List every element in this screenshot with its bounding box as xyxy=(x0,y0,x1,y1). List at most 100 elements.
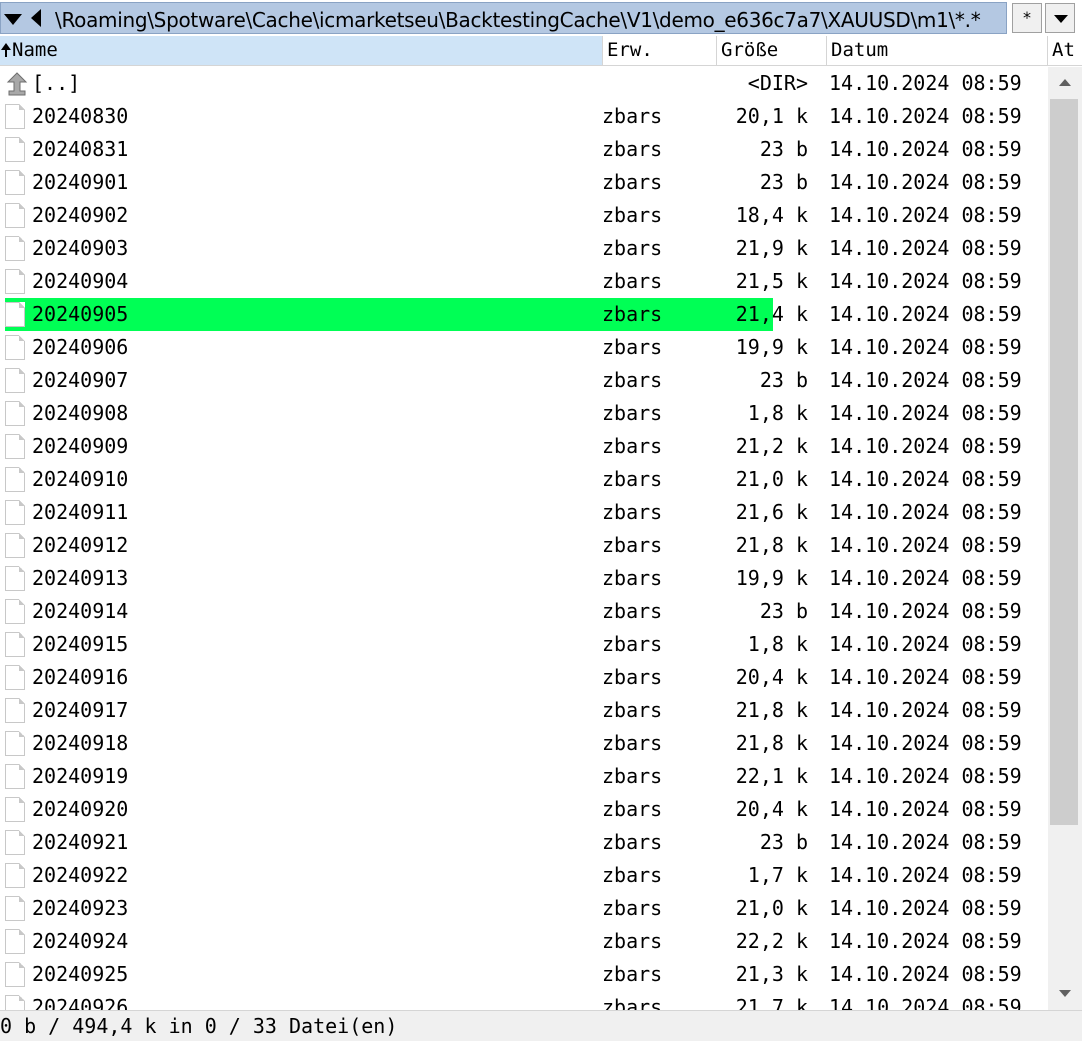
file-size: 1,7 k xyxy=(747,863,808,887)
file-ext: zbars xyxy=(602,500,663,524)
file-row[interactable]: 20240904 zbars 21,5 k 14.10.2024 08:59 xyxy=(0,265,1048,298)
file-icon xyxy=(5,599,25,624)
favorites-button[interactable]: * xyxy=(1012,3,1042,33)
file-icon xyxy=(5,236,25,261)
file-icon xyxy=(5,335,25,360)
file-row[interactable]: 20240903 zbars 21,9 k 14.10.2024 08:59 xyxy=(0,232,1048,265)
file-row[interactable]: 20240902 zbars 18,4 k 14.10.2024 08:59 xyxy=(0,199,1048,232)
file-row[interactable]: 20240831 zbars 23 b 14.10.2024 08:59 xyxy=(0,133,1048,166)
file-row[interactable]: 20240915 zbars 1,8 k 14.10.2024 08:59 xyxy=(0,628,1048,661)
file-size: 21,2 k xyxy=(735,434,808,458)
file-ext: zbars xyxy=(602,995,663,1010)
file-icon xyxy=(5,500,25,525)
column-ext[interactable]: Erw. xyxy=(603,36,717,65)
file-icon xyxy=(5,863,25,888)
file-row[interactable]: 20240908 zbars 1,8 k 14.10.2024 08:59 xyxy=(0,397,1048,430)
file-icon xyxy=(5,632,25,657)
file-date: 14.10.2024 08:59 xyxy=(829,698,1022,722)
file-date: 14.10.2024 08:59 xyxy=(829,500,1022,524)
file-name: 20240906 xyxy=(32,335,129,359)
parent-dir-row[interactable]: [..] <DIR> 14.10.2024 08:59 xyxy=(0,67,1048,100)
file-ext: zbars xyxy=(602,797,663,821)
file-ext: zbars xyxy=(602,896,663,920)
scroll-down-arrow-icon[interactable] xyxy=(1048,978,1082,1010)
file-size: 23 b xyxy=(759,830,808,854)
file-size: 23 b xyxy=(759,137,808,161)
file-row[interactable]: 20240914 zbars 23 b 14.10.2024 08:59 xyxy=(0,595,1048,628)
file-name: 20240922 xyxy=(32,863,129,887)
path-field[interactable]: \Roaming\Spotware\Cache\icmarketseu\Back… xyxy=(0,2,1007,34)
file-ext: zbars xyxy=(602,170,663,194)
file-ext: zbars xyxy=(602,863,663,887)
file-row[interactable]: 20240921 zbars 23 b 14.10.2024 08:59 xyxy=(0,826,1048,859)
file-size: 21,3 k xyxy=(735,962,808,986)
file-name: 20240907 xyxy=(32,368,129,392)
file-icon xyxy=(5,962,25,987)
file-row[interactable]: 20240912 zbars 21,8 k 14.10.2024 08:59 xyxy=(0,529,1048,562)
file-name: 20240919 xyxy=(32,764,129,788)
file-row[interactable]: 20240905 zbars 21,4 k 14.10.2024 08:59 xyxy=(0,298,1048,331)
scrollbar-thumb[interactable] xyxy=(1050,99,1078,825)
file-date: 14.10.2024 08:59 xyxy=(829,269,1022,293)
path-text[interactable]: \Roaming\Spotware\Cache\icmarketseu\Back… xyxy=(55,7,981,33)
file-row[interactable]: 20240919 zbars 22,1 k 14.10.2024 08:59 xyxy=(0,760,1048,793)
file-row[interactable]: 20240925 zbars 21,3 k 14.10.2024 08:59 xyxy=(0,958,1048,991)
file-row[interactable]: 20240906 zbars 19,9 k 14.10.2024 08:59 xyxy=(0,331,1048,364)
vertical-scrollbar[interactable] xyxy=(1048,67,1082,1010)
file-row[interactable]: 20240923 zbars 21,0 k 14.10.2024 08:59 xyxy=(0,892,1048,925)
file-row[interactable]: 20240907 zbars 23 b 14.10.2024 08:59 xyxy=(0,364,1048,397)
file-row[interactable]: 20240911 zbars 21,6 k 14.10.2024 08:59 xyxy=(0,496,1048,529)
file-ext: zbars xyxy=(602,203,663,227)
column-size[interactable]: Größe xyxy=(717,36,827,65)
file-date: 14.10.2024 08:59 xyxy=(829,830,1022,854)
file-date: 14.10.2024 08:59 xyxy=(829,401,1022,425)
file-size: 20,1 k xyxy=(735,104,808,128)
back-arrow-icon[interactable] xyxy=(31,9,41,27)
file-row[interactable]: 20240924 zbars 22,2 k 14.10.2024 08:59 xyxy=(0,925,1048,958)
history-dropdown-button[interactable] xyxy=(1045,3,1075,33)
file-ext: zbars xyxy=(602,698,663,722)
file-ext: zbars xyxy=(602,302,663,326)
file-row[interactable]: 20240920 zbars 20,4 k 14.10.2024 08:59 xyxy=(0,793,1048,826)
file-row[interactable]: 20240918 zbars 21,8 k 14.10.2024 08:59 xyxy=(0,727,1048,760)
column-attr[interactable]: At xyxy=(1048,36,1082,65)
column-name[interactable]: Name xyxy=(0,36,603,65)
file-row[interactable]: 20240916 zbars 20,4 k 14.10.2024 08:59 xyxy=(0,661,1048,694)
file-date: 14.10.2024 08:59 xyxy=(829,203,1022,227)
column-date[interactable]: Datum xyxy=(827,36,1048,65)
file-row[interactable]: 20240909 zbars 21,2 k 14.10.2024 08:59 xyxy=(0,430,1048,463)
file-date: 14.10.2024 08:59 xyxy=(829,170,1022,194)
file-row[interactable]: 20240922 zbars 1,7 k 14.10.2024 08:59 xyxy=(0,859,1048,892)
file-list[interactable]: [..] <DIR> 14.10.2024 08:59 20240830 zbar… xyxy=(0,67,1048,1010)
file-row[interactable]: 20240910 zbars 21,0 k 14.10.2024 08:59 xyxy=(0,463,1048,496)
file-name: 20240901 xyxy=(32,170,129,194)
file-row[interactable]: 20240913 zbars 19,9 k 14.10.2024 08:59 xyxy=(0,562,1048,595)
file-icon xyxy=(5,467,25,492)
file-icon xyxy=(5,302,25,327)
file-icon xyxy=(5,434,25,459)
file-ext: zbars xyxy=(602,434,663,458)
file-icon xyxy=(5,896,25,921)
file-row[interactable]: 20240926 zbars 21,7 k 14.10.2024 08:59 xyxy=(0,991,1048,1010)
file-ext: zbars xyxy=(602,533,663,557)
file-size: 21,0 k xyxy=(735,467,808,491)
column-name-label: Name xyxy=(12,39,58,61)
file-row[interactable]: 20240901 zbars 23 b 14.10.2024 08:59 xyxy=(0,166,1048,199)
file-size: 19,9 k xyxy=(735,335,808,359)
file-ext: zbars xyxy=(602,467,663,491)
status-bar: 0 b / 494,4 k in 0 / 33 Datei(en) xyxy=(0,1010,1082,1041)
scroll-up-arrow-icon[interactable] xyxy=(1048,67,1082,99)
file-name: 20240905 xyxy=(32,302,129,326)
file-row[interactable]: 20240917 zbars 21,8 k 14.10.2024 08:59 xyxy=(0,694,1048,727)
file-date: 14.10.2024 08:59 xyxy=(829,929,1022,953)
file-icon xyxy=(5,665,25,690)
sort-ascending-icon xyxy=(0,43,12,57)
file-row[interactable]: 20240830 zbars 20,1 k 14.10.2024 08:59 xyxy=(0,100,1048,133)
file-size: 21,0 k xyxy=(735,896,808,920)
file-date: 14.10.2024 08:59 xyxy=(829,434,1022,458)
file-ext: zbars xyxy=(602,632,663,656)
file-date: 14.10.2024 08:59 xyxy=(829,665,1022,689)
dropdown-arrow-icon[interactable] xyxy=(4,14,22,25)
file-name: 20240915 xyxy=(32,632,129,656)
file-date: 14.10.2024 08:59 xyxy=(829,797,1022,821)
